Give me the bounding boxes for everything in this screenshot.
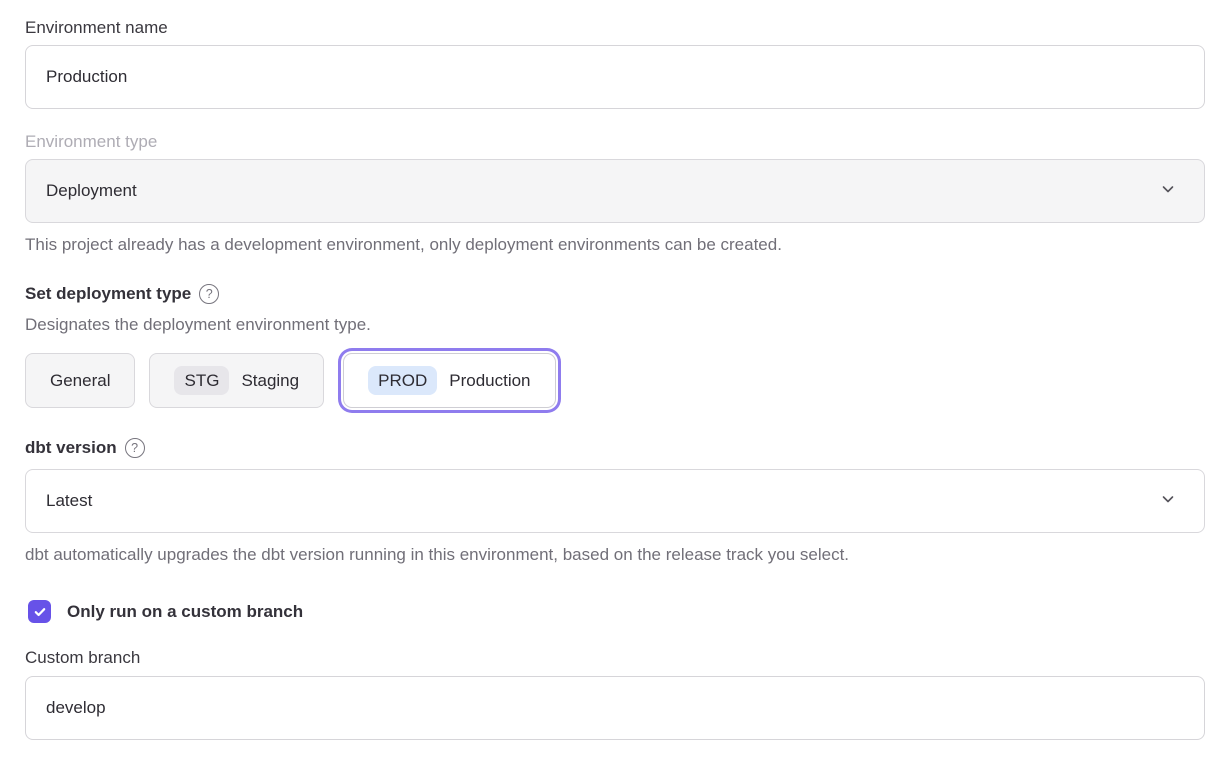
deployment-type-option-staging[interactable]: STG Staging	[149, 353, 324, 408]
deployment-type-option-general-label: General	[50, 371, 110, 391]
custom-branch-input[interactable]	[25, 676, 1205, 740]
deployment-type-heading-text: Set deployment type	[25, 283, 191, 305]
help-icon[interactable]: ?	[125, 438, 145, 458]
deployment-type-description: Designates the deployment environment ty…	[25, 313, 1205, 337]
environment-settings-form: Environment name Environment type Deploy…	[0, 0, 1228, 740]
checkmark-icon	[33, 605, 47, 619]
dbt-version-heading-text: dbt version	[25, 437, 117, 459]
deployment-type-option-production[interactable]: PROD Production	[343, 353, 555, 408]
chevron-down-icon	[1160, 491, 1176, 512]
deployment-type-option-general[interactable]: General	[25, 353, 135, 408]
chevron-down-icon	[1160, 181, 1176, 202]
custom-branch-toggle-row: Only run on a custom branch	[25, 600, 1205, 623]
custom-branch-label: Custom branch	[25, 647, 1205, 669]
custom-branch-checkbox[interactable]	[28, 600, 51, 623]
environment-name-input[interactable]	[25, 45, 1205, 109]
deployment-type-option-staging-label: Staging	[241, 371, 299, 391]
staging-badge: STG	[174, 366, 229, 395]
dbt-version-helper-text: dbt automatically upgrades the dbt versi…	[25, 543, 1205, 567]
help-icon[interactable]: ?	[199, 284, 219, 304]
deployment-type-option-production-label: Production	[449, 371, 530, 391]
production-badge: PROD	[368, 366, 437, 395]
environment-name-label: Environment name	[25, 17, 1205, 39]
custom-branch-toggle-label[interactable]: Only run on a custom branch	[67, 602, 303, 622]
deployment-type-heading: Set deployment type ?	[25, 283, 1205, 305]
environment-type-select[interactable]: Deployment	[25, 159, 1205, 223]
environment-type-helper-text: This project already has a development e…	[25, 233, 1205, 257]
environment-type-label: Environment type	[25, 131, 1205, 153]
dbt-version-heading: dbt version ?	[25, 437, 1205, 459]
deployment-type-options: General STG Staging PROD Production	[25, 353, 1205, 408]
dbt-version-select[interactable]: Latest	[25, 469, 1205, 533]
dbt-version-value: Latest	[46, 491, 92, 511]
environment-type-value: Deployment	[46, 181, 137, 201]
